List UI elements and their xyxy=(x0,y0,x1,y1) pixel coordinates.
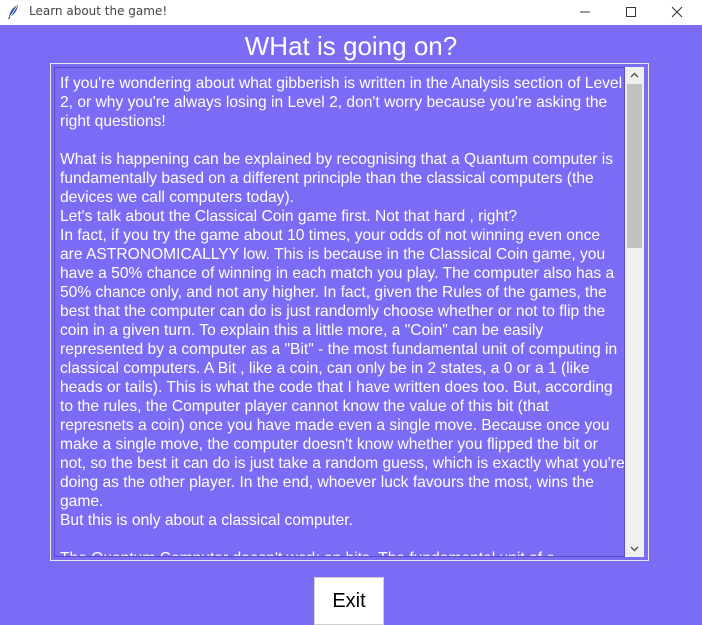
chevron-down-icon xyxy=(630,546,639,552)
title-bar: Learn about the game! xyxy=(0,0,702,25)
vertical-scrollbar[interactable] xyxy=(625,67,644,557)
text-viewport[interactable]: If you're wondering about what gibberish… xyxy=(54,67,625,557)
scroll-up-button[interactable] xyxy=(625,67,644,84)
info-text-area[interactable]: If you're wondering about what gibberish… xyxy=(50,63,649,561)
page-title: WHat is going on? xyxy=(244,31,458,61)
feather-icon xyxy=(6,4,20,20)
window-title: Learn about the game! xyxy=(29,4,168,18)
minimize-icon xyxy=(580,11,590,13)
close-icon xyxy=(671,6,683,18)
scroll-down-button[interactable] xyxy=(625,540,644,557)
minimize-button[interactable] xyxy=(562,0,608,25)
maximize-button[interactable] xyxy=(608,0,654,25)
exit-button[interactable]: Exit xyxy=(314,577,384,625)
maximize-icon xyxy=(626,7,636,17)
chevron-up-icon xyxy=(630,72,639,78)
scrollbar-thumb[interactable] xyxy=(627,84,642,248)
close-button[interactable] xyxy=(654,0,700,25)
info-text: If you're wondering about what gibberish… xyxy=(60,75,625,556)
